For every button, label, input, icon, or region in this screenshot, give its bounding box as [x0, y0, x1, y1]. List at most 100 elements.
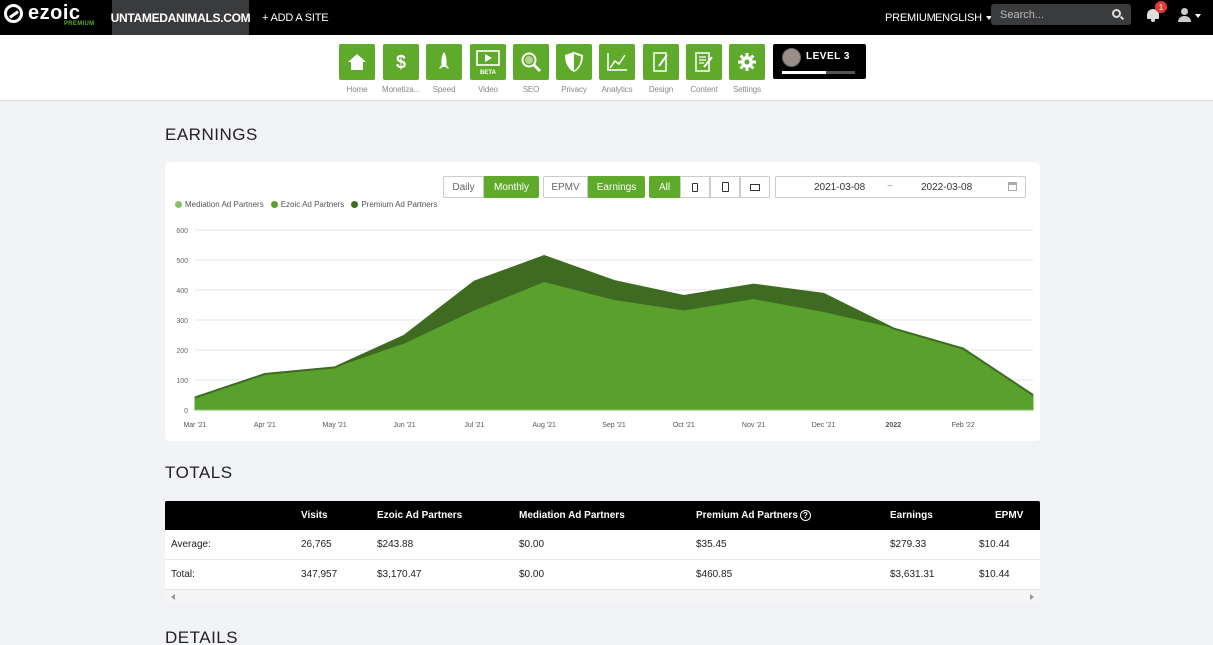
notification-badge: 1: [1155, 1, 1167, 13]
tool-navigation: Home $ Monetiza... Speed BETA Video SEO …: [0, 35, 1213, 101]
epmv-cell: $10.44: [979, 539, 1010, 550]
top-bar: ezoic PREMIUM UNTAMEDANIMALS.COM + ADD A…: [0, 0, 1213, 35]
premium-cell: $35.45: [696, 539, 727, 550]
details-heading: DETAILS: [165, 628, 239, 645]
x-tick-label: Jun '21: [393, 422, 415, 429]
site-selector[interactable]: UNTAMEDANIMALS.COM: [111, 0, 251, 35]
scroll-left-icon[interactable]: [171, 594, 175, 600]
x-tick-label: Oct '21: [673, 422, 695, 429]
home-icon: [339, 44, 375, 80]
visits-cell: 26,765: [301, 539, 332, 550]
legend-item[interactable]: Premium Ad Partners: [351, 200, 437, 209]
help-icon[interactable]: ?: [799, 510, 811, 521]
search-placeholder: Search...: [1000, 8, 1045, 21]
daily-button[interactable]: Daily: [443, 176, 484, 198]
nav-item-seo[interactable]: SEO: [512, 44, 550, 94]
horizontal-scrollbar[interactable]: [165, 590, 1040, 604]
x-tick-label: May '21: [323, 422, 347, 429]
earnings-area-chart[interactable]: 0 100 200 300 400 500 600 Mar '21 Apr '21 May '21…: [165, 220, 1040, 435]
nav-label: Settings: [732, 85, 762, 94]
mobile-icon: [692, 182, 698, 192]
nav-item-privacy[interactable]: Privacy: [555, 44, 593, 94]
level-label: LEVEL 3: [806, 51, 850, 62]
nav-label: Monetiza...: [382, 85, 421, 94]
y-tick-label: 200: [176, 348, 188, 355]
date-separator: ~: [887, 181, 893, 192]
totals-heading: TOTALS: [165, 463, 233, 482]
monthly-button[interactable]: Monthly: [484, 176, 539, 198]
video-icon: BETA: [470, 44, 506, 80]
table-row: Average: 26,765 $243.88 $0.00 $35.45 $27…: [165, 530, 1040, 560]
column-label: Premium Ad Partners: [696, 510, 798, 521]
shield-icon: [556, 44, 592, 80]
legend-swatch: [175, 201, 182, 208]
desktop-icon: [750, 183, 760, 191]
epmv-cell: $10.44: [979, 569, 1010, 580]
dollar-icon: $: [383, 44, 419, 80]
level-indicator[interactable]: LEVEL 3: [773, 44, 866, 79]
earnings-button[interactable]: Earnings: [588, 176, 645, 198]
column-header[interactable]: Mediation Ad Partners: [519, 501, 625, 530]
nav-label: Design: [648, 85, 674, 94]
nav-item-video[interactable]: BETA Video: [469, 44, 507, 94]
x-tick-label: 2022: [886, 422, 902, 429]
nav-item-content[interactable]: Content: [685, 44, 723, 94]
search-input[interactable]: Search...: [991, 4, 1131, 25]
x-tick-label: Aug '21: [532, 422, 556, 429]
logo-subtitle: PREMIUM: [64, 21, 95, 27]
nav-item-monetization[interactable]: $ Monetiza...: [382, 44, 420, 94]
design-icon: [643, 44, 679, 80]
premium-link[interactable]: PREMIUM: [885, 0, 936, 35]
scroll-right-icon[interactable]: [1030, 594, 1034, 600]
chevron-down-icon[interactable]: [1195, 14, 1201, 18]
earnings-heading: EARNINGS: [165, 125, 258, 144]
y-tick-label: 600: [176, 228, 188, 235]
epmv-button[interactable]: EPMV: [543, 176, 588, 198]
legend-label: Premium Ad Partners: [361, 200, 438, 209]
nav-item-speed[interactable]: Speed: [425, 44, 463, 94]
start-date: 2021-03-08: [814, 182, 866, 193]
nav-item-home[interactable]: Home: [338, 44, 376, 94]
legend-item[interactable]: Mediation Ad Partners: [175, 200, 264, 209]
mobile-button[interactable]: [680, 176, 710, 198]
user-icon[interactable]: [1177, 8, 1191, 22]
x-tick-label: Apr '21: [254, 422, 276, 429]
all-devices-button[interactable]: All: [649, 176, 680, 198]
nav-label: SEO: [522, 85, 540, 94]
desktop-button[interactable]: [740, 176, 770, 198]
nav-item-settings[interactable]: Settings: [728, 44, 766, 94]
nav-item-analytics[interactable]: Analytics: [598, 44, 636, 94]
tablet-button[interactable]: [710, 176, 740, 198]
date-range-picker[interactable]: 2021-03-08 ~ 2022-03-08: [775, 176, 1026, 198]
row-label: Average:: [171, 539, 211, 550]
visits-cell: 347,957: [301, 569, 338, 580]
x-tick-label: Nov '21: [742, 422, 766, 429]
magnifier-icon: [513, 44, 549, 80]
search-icon[interactable]: [1112, 9, 1121, 18]
x-tick-label: Feb '22: [952, 422, 975, 429]
end-date: 2022-03-08: [921, 182, 973, 193]
row-label: Total:: [171, 569, 195, 580]
language-label: ENGLISH: [935, 11, 982, 24]
column-header[interactable]: Premium Ad Partners?: [696, 501, 811, 530]
earnings-cell: $279.33: [890, 539, 927, 550]
ezoic-cell: $243.88: [377, 539, 414, 550]
earnings-cell: $3,631.31: [890, 569, 935, 580]
column-header[interactable]: Ezoic Ad Partners: [377, 501, 462, 530]
nav-item-design[interactable]: Design: [642, 44, 680, 94]
column-header[interactable]: Visits: [301, 501, 328, 530]
add-site-link[interactable]: + ADD A SITE: [262, 0, 329, 35]
column-header[interactable]: EPMV: [995, 501, 1023, 530]
ezoic-cell: $3,170.47: [377, 569, 422, 580]
y-tick-label: 400: [176, 288, 188, 295]
legend-swatch: [270, 201, 278, 208]
nav-label: Analytics: [601, 85, 633, 94]
y-tick-label: 300: [176, 318, 188, 325]
legend-item[interactable]: Ezoic Ad Partners: [270, 200, 345, 209]
column-header[interactable]: Earnings: [890, 501, 933, 530]
legend-label: Mediation Ad Partners: [185, 200, 264, 209]
chart-legend: Mediation Ad Partners Ezoic Ad Partners …: [175, 200, 437, 209]
ezoic-logo[interactable]: ezoic PREMIUM: [4, 2, 104, 32]
language-dropdown[interactable]: ENGLISH: [935, 0, 992, 35]
legend-label: Ezoic Ad Partners: [280, 200, 345, 209]
